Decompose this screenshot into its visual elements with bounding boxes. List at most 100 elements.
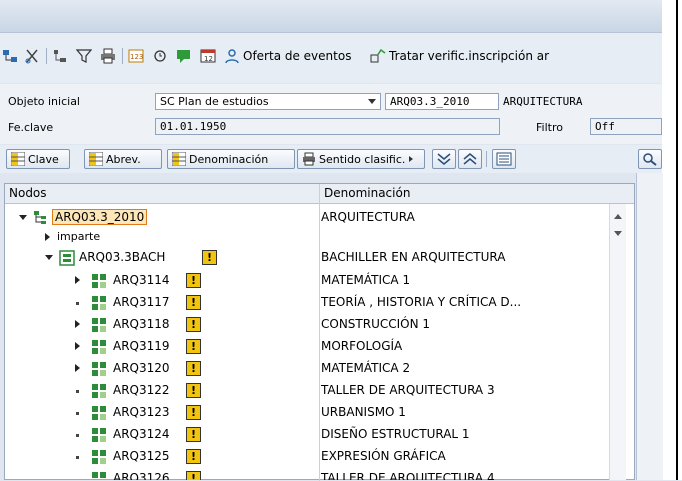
search-icon — [643, 153, 657, 166]
tree-node-label: imparte — [57, 230, 101, 243]
tree-row[interactable]: ARQ3120 ! MATEMÁTICA 2 — [5, 358, 635, 380]
clave-button[interactable]: Clave — [6, 149, 70, 169]
tree-row[interactable]: ARQ3119 ! MORFOLOGÍA — [5, 336, 635, 358]
tree-row[interactable]: ARQ03.3_2010 ARQUITECTURA — [5, 207, 635, 229]
collapsed-icon[interactable] — [75, 320, 80, 328]
course-icon — [92, 472, 106, 478]
fe-clave-label: Fe.clave — [8, 121, 54, 134]
expanded-icon[interactable] — [19, 215, 27, 220]
objeto-id-field[interactable]: ARQ03.3_2010 — [385, 93, 499, 110]
column-header-denominacion[interactable]: Denominación — [320, 184, 634, 204]
collapse-all-button[interactable] — [432, 149, 456, 169]
calendar-123-icon[interactable]: 123 — [128, 46, 144, 66]
print-icon — [303, 152, 315, 166]
denominacion-button[interactable]: Denominación — [167, 149, 295, 169]
tree-node-label: ARQ3123 — [113, 405, 170, 419]
oferta-eventos-button[interactable]: Oferta de eventos — [224, 46, 351, 66]
leaf-dot-icon — [76, 390, 79, 393]
structure-icon[interactable] — [52, 46, 68, 66]
tree-row[interactable]: ARQ03.3BACH ! BACHILLER EN ARQUITECTURA — [5, 247, 635, 269]
tree-node-description: DISEÑO ESTRUCTURAL 1 — [321, 427, 470, 441]
print-icon[interactable] — [100, 46, 116, 66]
course-icon — [92, 450, 106, 464]
leaf-dot-icon — [76, 434, 79, 437]
tree-node-label: ARQ3125 — [113, 449, 170, 463]
leaf-dot-icon — [76, 456, 79, 459]
warning-icon: ! — [186, 273, 201, 288]
tree-node-label: ARQ3117 — [113, 295, 170, 309]
tree-row[interactable]: ARQ3124 ! DISEÑO ESTRUCTURAL 1 — [5, 424, 635, 446]
sentido-clasific-button[interactable]: Sentido clasific. — [297, 149, 425, 169]
filtro-field[interactable]: Off — [590, 118, 662, 135]
toolbar-separator — [46, 48, 47, 64]
filter-icon[interactable] — [76, 46, 92, 66]
fe-clave-field[interactable]: 01.01.1950 — [155, 118, 500, 135]
search-button[interactable] — [638, 149, 662, 169]
tree-node-description: MATEMÁTICA 1 — [321, 273, 411, 287]
person-icon — [225, 49, 239, 64]
tree-row[interactable]: ARQ3123 ! URBANISMO 1 — [5, 402, 635, 424]
tree-node-description: ARQUITECTURA — [321, 210, 415, 224]
hierarchy-icon[interactable] — [2, 46, 18, 66]
warning-icon: ! — [186, 295, 201, 310]
collapsed-icon[interactable] — [75, 342, 80, 350]
calendar-icon[interactable]: 12 — [200, 46, 216, 66]
chevron-down-icon — [368, 99, 376, 104]
toolbar-separator — [486, 151, 487, 167]
svg-text:12: 12 — [204, 55, 213, 63]
course-icon — [92, 318, 106, 332]
tree-row[interactable]: ARQ3122 ! TALLER DE ARQUITECTURA 3 — [5, 380, 635, 402]
leaf-dot-icon — [76, 412, 79, 415]
course-icon — [92, 340, 106, 354]
tree-node-description: MORFOLOGÍA — [321, 339, 403, 353]
course-icon — [92, 428, 106, 442]
objeto-inicial-label: Objeto inicial — [8, 95, 80, 108]
comment-icon[interactable] — [176, 46, 192, 66]
warning-icon: ! — [186, 471, 201, 480]
objeto-type-value: SC Plan de estudios — [160, 95, 269, 108]
details-button[interactable] — [492, 149, 516, 169]
expanded-icon[interactable] — [45, 255, 53, 260]
warning-icon: ! — [186, 361, 201, 376]
tree-row[interactable]: ARQ3126 ! TALLER DE ARQUITECTURA 4 — [5, 468, 635, 480]
tree-row[interactable]: ARQ3114 ! MATEMÁTICA 1 — [5, 270, 635, 292]
tree-row[interactable]: ARQ3117 ! TEORÍA , HISTORIA Y CRÍTICA D.… — [5, 292, 635, 314]
course-icon — [92, 362, 106, 376]
fe-clave-value: 01.01.1950 — [160, 120, 227, 133]
verify-icon — [370, 48, 386, 63]
tree-row[interactable]: ARQ3125 ! EXPRESIÓN GRÁFICA — [5, 446, 635, 468]
window-edge — [662, 0, 682, 480]
objeto-type-select[interactable]: SC Plan de estudios — [155, 93, 381, 110]
tree-node-description: URBANISMO 1 — [321, 405, 406, 419]
leaf-dot-icon — [76, 302, 79, 305]
expand-all-button[interactable] — [458, 149, 482, 169]
column-header-nodos[interactable]: Nodos — [5, 184, 319, 204]
cut-icon[interactable] — [24, 46, 40, 66]
warning-icon: ! — [186, 339, 201, 354]
tree-row[interactable]: imparte — [5, 227, 635, 249]
tree-node-description: EXPRESIÓN GRÁFICA — [321, 449, 446, 463]
stethoscope-icon[interactable] — [152, 46, 168, 66]
title-bar — [0, 0, 662, 33]
toolbar-separator — [122, 48, 123, 64]
objeto-description: ARQUITECTURA — [503, 95, 583, 108]
course-icon — [92, 296, 106, 310]
tree-node-description: TEORÍA , HISTORIA Y CRÍTICA D... — [321, 295, 522, 309]
collapsed-icon[interactable] — [75, 364, 80, 372]
chevron-right-icon — [409, 156, 414, 162]
abrev-button[interactable]: Abrev. — [84, 149, 162, 169]
tree-node-description: TALLER DE ARQUITECTURA 3 — [321, 383, 495, 397]
filtro-label: Filtro — [536, 121, 563, 134]
tratar-verificacion-button[interactable]: Tratar verific.inscripción ar — [370, 46, 549, 66]
column-icon — [172, 152, 186, 166]
study-plan-icon — [34, 211, 46, 224]
column-icon — [89, 152, 103, 166]
sentido-clasific-label: Sentido clasific. — [319, 152, 406, 166]
collapsed-icon[interactable] — [45, 233, 50, 241]
tree-node-label: ARQ3122 — [113, 383, 170, 397]
expand-icon — [463, 153, 477, 165]
tree-row[interactable]: ARQ3118 ! CONSTRUCCIÓN 1 — [5, 314, 635, 336]
column-icon — [11, 152, 25, 166]
tree-node-label: ARQ3124 — [113, 427, 170, 441]
collapsed-icon[interactable] — [75, 276, 80, 284]
